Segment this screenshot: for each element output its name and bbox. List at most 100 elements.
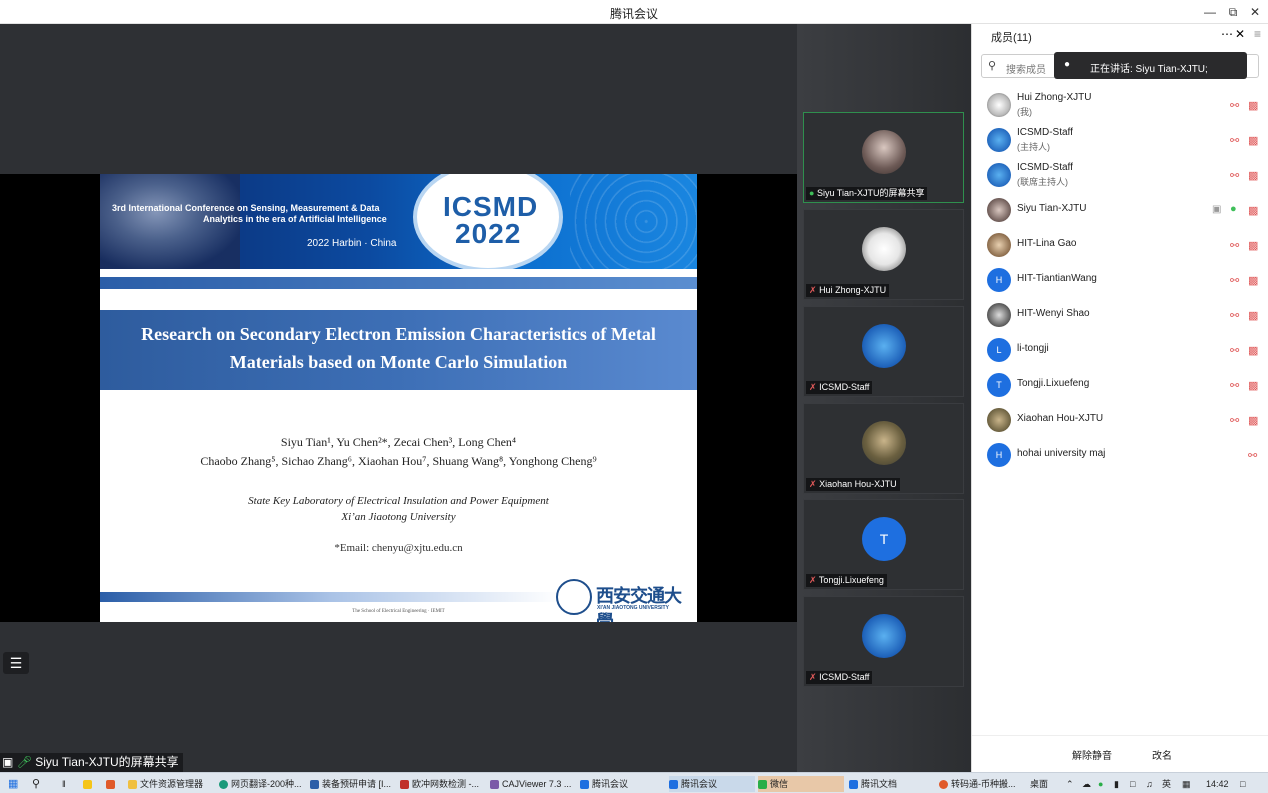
camera-off-icon[interactable]: ▩: [1248, 204, 1258, 217]
mic-on-icon[interactable]: ●: [1230, 203, 1237, 215]
camera-off-icon[interactable]: ▩: [1248, 414, 1258, 427]
avatar: [987, 198, 1011, 222]
title-bar: 腾讯会议 — ⧉ ✕: [0, 0, 1268, 24]
battery-icon[interactable]: ▮: [1114, 776, 1119, 792]
taskbar-item[interactable]: 微信: [758, 776, 844, 792]
close-panel-icon[interactable]: ✕: [1235, 27, 1245, 41]
member-name: Hui Zhong-XJTU: [1017, 92, 1092, 103]
members-panel-header: 成员(11) ⋯ ✕ ≡: [972, 24, 1268, 46]
mic-off-icon[interactable]: ⚯: [1248, 449, 1257, 462]
taskbar-item[interactable]: 欧冲网数检测 -...: [400, 776, 488, 792]
member-name: Tongji.Lixuefeng: [1017, 378, 1090, 389]
camera-off-icon[interactable]: ▩: [1248, 169, 1258, 182]
camera-off-icon[interactable]: ▩: [1248, 274, 1258, 287]
camera-off-icon[interactable]: ▩: [1248, 379, 1258, 392]
camera-off-icon[interactable]: ▩: [1248, 99, 1258, 112]
university-logo-chinese: 西安交通大學: [596, 586, 682, 622]
taskbar-item[interactable]: 转码通-币种搬...: [939, 776, 1019, 792]
member-row[interactable]: H HIT-TiantianWang ⚯ ▩: [972, 262, 1268, 297]
video-tile[interactable]: T ✗ Tongji.Lixuefeng: [803, 499, 964, 590]
clock[interactable]: 14:42: [1206, 776, 1229, 792]
taskbar-item[interactable]: CAJViewer 7.3 ...: [490, 776, 578, 792]
mic-off-icon[interactable]: ⚯: [1230, 169, 1239, 182]
taskbar-item[interactable]: 装备预研申请 [I...: [310, 776, 398, 792]
member-name: Xiaohan Hou-XJTU: [1017, 413, 1104, 424]
member-row[interactable]: HIT-Wenyi Shao ⚯ ▩: [972, 297, 1268, 332]
chevron-up-icon[interactable]: ⌃: [1066, 776, 1074, 792]
member-row[interactable]: Hui Zhong-XJTU (我) ⚯ ▩: [972, 87, 1268, 122]
camera-off-icon[interactable]: ▩: [1248, 309, 1258, 322]
video-tile[interactable]: ✗ Hui Zhong-XJTU: [803, 209, 964, 300]
taskbar-item-active[interactable]: 腾讯会议: [669, 776, 755, 792]
pdf-icon: [400, 780, 409, 790]
avatar: [987, 93, 1011, 117]
video-tile[interactable]: ✗ ICSMD-Staff: [803, 596, 964, 687]
affiliation-line2: Xi’an Jiaotong University: [341, 511, 456, 523]
taskbar-item[interactable]: 文件资源管理器: [128, 776, 216, 792]
rename-button[interactable]: 改名: [1152, 747, 1172, 762]
mic-off-icon[interactable]: ⚯: [1230, 379, 1239, 392]
restore-icon[interactable]: ⧉: [1224, 3, 1242, 21]
wechat-tray-icon[interactable]: ●: [1098, 776, 1103, 792]
contact-email: *Email: chenyu@xjtu.edu.cn: [334, 542, 463, 554]
member-row[interactable]: T Tongji.Lixuefeng ⚯ ▩: [972, 367, 1268, 402]
docs-icon: [849, 780, 858, 790]
minimize-icon[interactable]: —: [1201, 3, 1219, 21]
video-tile[interactable]: ✗ Xiaohan Hou-XJTU: [803, 403, 964, 494]
volume-icon[interactable]: ♫: [1146, 776, 1153, 792]
camera-off-icon[interactable]: ▩: [1248, 134, 1258, 147]
mic-off-icon[interactable]: ⚯: [1230, 414, 1239, 427]
affiliation-line1: State Key Laboratory of Electrical Insul…: [248, 495, 549, 507]
member-role: (主持人): [1017, 142, 1050, 152]
taskbar-item[interactable]: 腾讯文档: [849, 776, 935, 792]
taskbar-item[interactable]: 网页翻译-200种...: [219, 776, 307, 792]
keyboard-icon[interactable]: ▦: [1182, 776, 1191, 792]
mic-off-icon[interactable]: ⚯: [1230, 309, 1239, 322]
avatar: [862, 421, 906, 465]
mic-off-icon: ✗: [809, 575, 817, 585]
member-row[interactable]: H hohai university maj ⚯: [972, 437, 1268, 472]
input-method-indicator[interactable]: 英: [1162, 776, 1171, 792]
close-window-icon[interactable]: ✕: [1246, 3, 1264, 21]
mic-off-icon[interactable]: ⚯: [1230, 344, 1239, 357]
app-icon[interactable]: [106, 776, 118, 792]
video-tile-label: ● Siyu Tian-XJTU的屏幕共享: [806, 187, 928, 200]
member-row[interactable]: ICSMD-Staff (主持人) ⚯ ▩: [972, 122, 1268, 157]
authors-line2: Chaobo Zhang⁵, Sichao Zhang⁶, Xiaohan Ho…: [200, 454, 597, 468]
mic-off-icon[interactable]: ⚯: [1230, 134, 1239, 147]
conference-name-line2: Analytics in the era of Artificial Intel…: [203, 214, 387, 224]
video-tile[interactable]: ● Siyu Tian-XJTU的屏幕共享: [803, 112, 964, 203]
member-row[interactable]: Siyu Tian-XJTU ▣ ● ▩: [972, 192, 1268, 227]
network-icon[interactable]: □: [1130, 776, 1135, 792]
member-row[interactable]: HIT-Lina Gao ⚯ ▩: [972, 227, 1268, 262]
taskbar-item[interactable]: 腾讯会议: [580, 776, 668, 792]
member-name: HIT-Lina Gao: [1017, 238, 1077, 249]
sticky-notes-icon[interactable]: [83, 776, 95, 792]
start-menu-icon[interactable]: ▦: [8, 776, 18, 792]
notification-icon[interactable]: □: [1240, 776, 1245, 792]
desktop-toolbar[interactable]: 桌面: [1030, 776, 1048, 792]
camera-off-icon[interactable]: ▩: [1248, 344, 1258, 357]
cloud-icon[interactable]: ☁: [1082, 776, 1091, 792]
search-icon[interactable]: ⚲: [32, 776, 40, 792]
member-row[interactable]: ICSMD-Staff (联席主持人) ⚯ ▩: [972, 157, 1268, 192]
unmute-all-button[interactable]: 解除静音: [1072, 747, 1112, 762]
member-role: (联席主持人): [1017, 177, 1068, 187]
mic-off-icon[interactable]: ⚯: [1230, 274, 1239, 287]
member-row[interactable]: L li-tongji ⚯ ▩: [972, 332, 1268, 367]
avatar-initial: H: [987, 268, 1011, 292]
video-gallery: ● Siyu Tian-XJTU的屏幕共享 ✗ Hui Zhong-XJTU ✗…: [797, 24, 971, 772]
mic-off-icon[interactable]: ⚯: [1230, 239, 1239, 252]
task-view-icon[interactable]: ‖: [62, 776, 66, 792]
video-tile-label: ✗ Hui Zhong-XJTU: [806, 284, 890, 297]
list-view-icon[interactable]: ☰: [3, 652, 29, 674]
more-options-icon[interactable]: ⋯: [1221, 27, 1233, 41]
mic-off-icon[interactable]: ⚯: [1230, 99, 1239, 112]
wechat-icon: [758, 780, 767, 790]
member-row[interactable]: Xiaohan Hou-XJTU ⚯ ▩: [972, 402, 1268, 437]
camera-off-icon[interactable]: ▩: [1248, 239, 1258, 252]
menu-icon[interactable]: ≡: [1254, 27, 1261, 41]
member-name: Siyu Tian-XJTU: [1017, 203, 1087, 214]
video-tile[interactable]: ✗ ICSMD-Staff: [803, 306, 964, 397]
slide-footer-bar: [100, 592, 560, 602]
